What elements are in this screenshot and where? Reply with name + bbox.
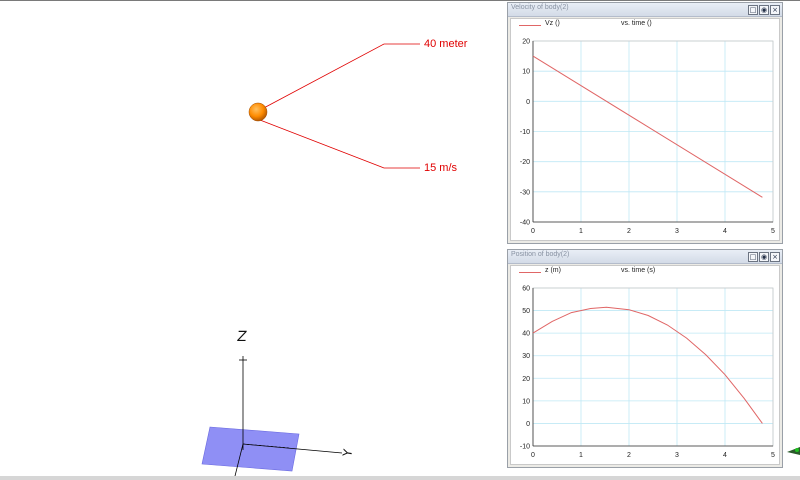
close-icon[interactable]: × [770, 252, 780, 262]
velocity-ytick-label: -30 [520, 189, 530, 196]
body-ball[interactable] [248, 102, 268, 122]
position-plot-titlebar[interactable]: Position of body(2) □ ◉ × [508, 250, 782, 264]
velocity-ytick-label: 0 [526, 99, 530, 106]
position-xtick-label: 0 [531, 452, 535, 459]
velocity-series-line [532, 55, 763, 198]
position-callout-label: 40 meter [424, 38, 468, 50]
velocity-plot-titlebar[interactable]: Velocity of body(2) □ ◉ × [508, 3, 782, 17]
position-ytick-label: 20 [522, 376, 530, 383]
position-plot-window[interactable]: Position of body(2) □ ◉ × z (m) vs. time… [507, 249, 783, 468]
position-ytick-label: 40 [522, 331, 530, 338]
velocity-plot-area[interactable]: Vz () vs. time () 0 1 2 3 4 5 20 10 0 -10 -20 -30 -4… [510, 18, 780, 241]
position-xtick-label: 2 [627, 452, 631, 459]
velocity-xtick-label: 4 [723, 228, 727, 235]
velocity-ytick-label: 20 [522, 39, 530, 46]
position-xtick-label: 1 [579, 452, 583, 459]
position-plot-title: Position of body(2) [511, 251, 570, 258]
position-series-line [532, 306, 763, 424]
position-ytick-label: 60 [522, 286, 530, 293]
velocity-ytick-label: -40 [520, 220, 530, 227]
velocity-xtick-label: 5 [771, 228, 775, 235]
velocity-ytick-label: -10 [520, 129, 530, 136]
velocity-callout-leader [259, 119, 420, 169]
position-xtick-label: 5 [771, 452, 775, 459]
velocity-xtick-label: 2 [627, 228, 631, 235]
position-ytick-label: 10 [522, 398, 530, 405]
velocity-plot-window[interactable]: Velocity of body(2) □ ◉ × Vz () vs. time… [507, 2, 783, 244]
pin-icon[interactable]: ◉ [759, 5, 769, 15]
pin-icon[interactable]: ◉ [759, 252, 769, 262]
velocity-xtick-label: 3 [675, 228, 679, 235]
position-plot-area[interactable]: z (m) vs. time (s) 0 1 2 3 4 5 60 50 40 30 20 10 0 -1… [510, 265, 780, 465]
position-ytick-label: 50 [522, 308, 530, 315]
close-icon[interactable]: × [770, 5, 780, 15]
velocity-xtick-label: 0 [531, 228, 535, 235]
position-callout-leader [259, 43, 420, 111]
velocity-ytick-label: 10 [522, 69, 530, 76]
velocity-xtick-label: 1 [579, 228, 583, 235]
velocity-ytick-label: -20 [520, 159, 530, 166]
restore-icon[interactable]: □ [748, 5, 758, 15]
restore-icon[interactable]: □ [748, 252, 758, 262]
offscreen-marker-dot [795, 448, 799, 452]
bottom-border [0, 476, 800, 480]
position-ytick-label: -10 [520, 444, 530, 451]
velocity-chart: 0 1 2 3 4 5 20 10 0 -10 -20 -30 -40 [520, 39, 775, 236]
position-ytick-label: 30 [522, 353, 530, 360]
velocity-plot-title: Velocity of body(2) [511, 4, 569, 11]
position-frame [532, 287, 774, 447]
velocity-callout-label: 15 m/s [424, 162, 458, 174]
position-chart: 0 1 2 3 4 56050403020100-10 [520, 286, 775, 460]
ground-plane[interactable] [201, 426, 300, 472]
position-xtick-label: 3 [675, 452, 679, 459]
position-ytick-label: 0 [526, 421, 530, 428]
position-xtick-label: 4 [723, 452, 727, 459]
